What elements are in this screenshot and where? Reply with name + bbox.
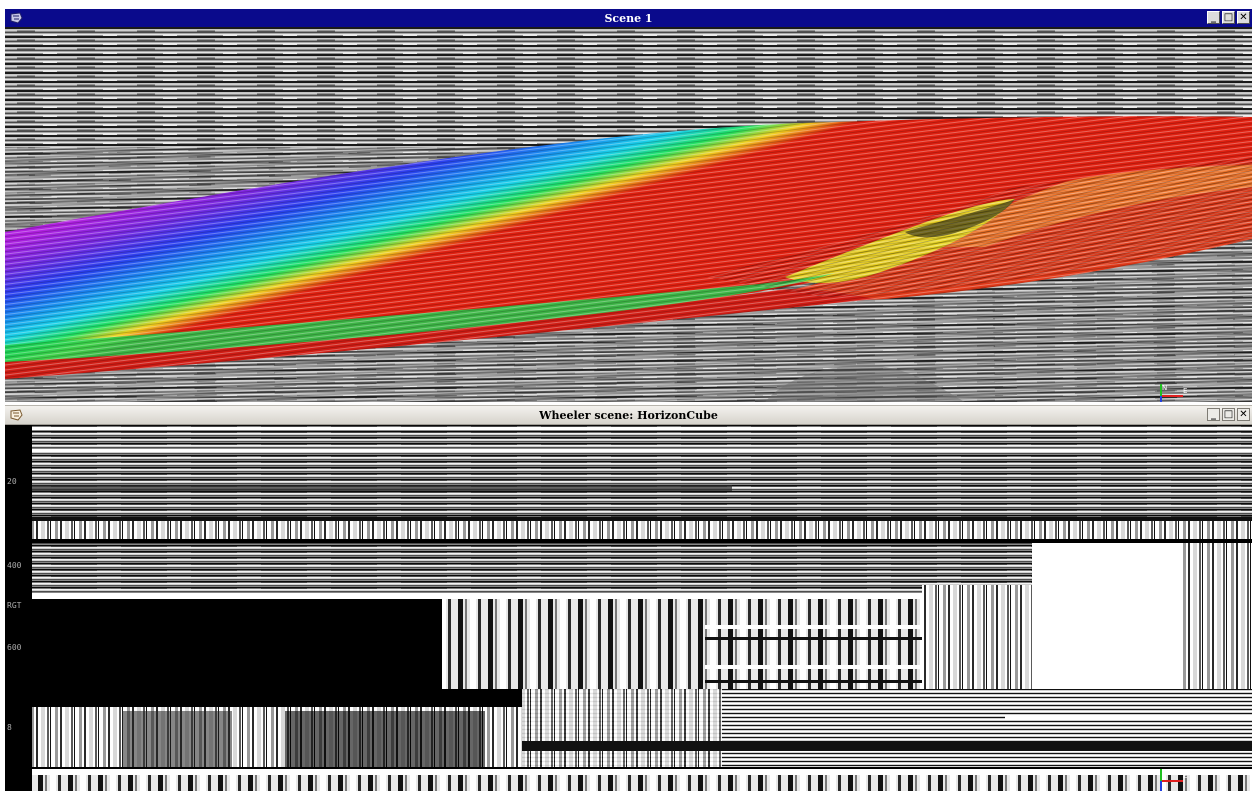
maximize-button[interactable]: □ <box>1222 11 1235 24</box>
rgt-axis: 20 400 RGT 600 8 <box>5 425 32 791</box>
minimize-button[interactable]: _ <box>1207 408 1220 421</box>
scene-icon[interactable] <box>8 407 24 423</box>
compass-north-label: N <box>1162 769 1167 777</box>
scene-3d-viewport[interactable]: N E Z <box>5 27 1252 402</box>
close-button[interactable]: ✕ <box>1237 408 1250 421</box>
close-button[interactable]: ✕ <box>1237 11 1250 24</box>
axis-tick: 8 <box>7 723 12 732</box>
seismic-section <box>5 27 1252 402</box>
minimize-button[interactable]: _ <box>1207 11 1220 24</box>
axis-tick: 20 <box>7 477 17 486</box>
scene-window: Scene 1 _ □ ✕ N E <box>5 9 1252 402</box>
axis-compass-icon: N E Z <box>1160 384 1187 402</box>
axis-tick: 600 <box>7 643 22 652</box>
compass-north-label: N <box>1162 384 1167 392</box>
scene-title: Scene 1 <box>604 11 653 25</box>
axis-tick: 400 <box>7 561 22 570</box>
scene-icon[interactable] <box>8 10 24 26</box>
wheeler-title: Wheeler scene: HorizonCube <box>539 408 718 422</box>
maximize-button[interactable]: □ <box>1222 408 1235 421</box>
axis-compass-icon: N E <box>1160 769 1187 791</box>
compass-east-label: E <box>1183 387 1187 395</box>
axis-title: RGT <box>7 601 22 610</box>
wheeler-window: Wheeler scene: HorizonCube _ □ ✕ 20 400 … <box>5 405 1252 791</box>
scene-titlebar[interactable]: Scene 1 _ □ ✕ <box>5 9 1252 27</box>
wheeler-viewport[interactable]: 20 400 RGT 600 8 N E <box>5 425 1252 791</box>
wheeler-titlebar[interactable]: Wheeler scene: HorizonCube _ □ ✕ <box>5 405 1252 425</box>
compass-east-label: E <box>1183 772 1187 780</box>
wheeler-diagram <box>5 425 1252 791</box>
